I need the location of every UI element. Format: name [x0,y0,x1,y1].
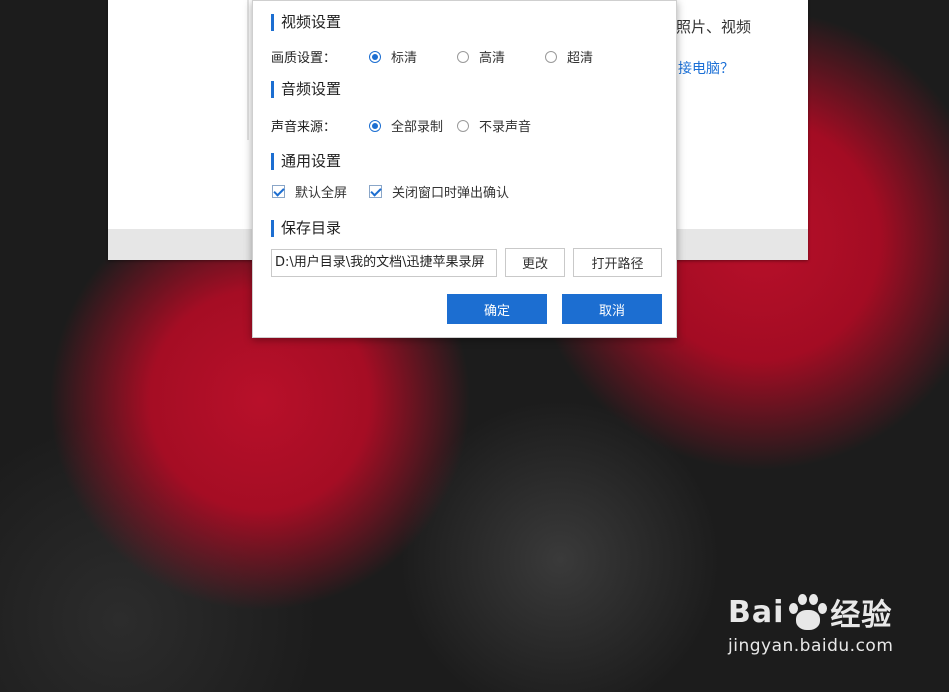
radio-unselected-icon [457,119,469,132]
sound-option-no-sound-label: 不录声音 [479,120,532,135]
background-divider [247,0,249,140]
watermark-url: jingyan.baidu.com [728,636,894,656]
sound-option-no-sound[interactable]: 不录声音 [457,116,531,135]
baidu-logo: Bai 经验 [728,590,893,634]
audio-settings-title: 音频设置 [271,81,341,98]
radio-unselected-icon [545,50,557,63]
open-path-button[interactable]: 打开路径 [573,248,662,277]
sound-option-record-all-label: 全部录制 [391,120,444,135]
checkbox-checked-icon [272,185,285,198]
default-fullscreen-checkbox[interactable]: 默认全屏 [272,182,347,201]
default-fullscreen-label: 默认全屏 [295,186,348,201]
baidu-jingyan-watermark: Bai 经验 jingyan.baidu.com [728,590,893,656]
background-connect-link[interactable]: 接电脑？ [678,58,734,78]
quality-option-uhd[interactable]: 超清 [545,47,593,66]
background-photos-text: 照片、视频 [676,18,752,36]
confirm-on-close-checkbox[interactable]: 关闭窗口时弹出确认 [369,182,509,201]
save-path-input[interactable]: D:\用户目录\我的文档\迅捷苹果录屏 [271,249,497,277]
quality-label: 画质设置： [271,51,337,66]
save-path-value: D:\用户目录\我的文档\迅捷苹果录屏 [275,255,485,270]
quality-option-uhd-label: 超清 [567,51,594,66]
confirm-on-close-label: 关闭窗口时弹出确认 [392,186,510,201]
paw-icon [786,593,828,631]
quality-option-sd-label: 标清 [391,51,418,66]
sound-option-record-all[interactable]: 全部录制 [369,116,443,135]
quality-option-hd[interactable]: 高清 [457,47,505,66]
change-path-button[interactable]: 更改 [505,248,565,277]
checkbox-checked-icon [369,185,382,198]
quality-option-hd-label: 高清 [479,51,506,66]
baidu-logo-text-left: Bai [728,594,785,630]
video-settings-title: 视频设置 [271,14,341,31]
baidu-logo-text-right: 经验 [830,598,893,633]
cancel-button[interactable]: 取消 [562,294,662,324]
settings-dialog: 视频设置 画质设置： 标清 高清 超清 音频设置 声音来源： 全部录制 不录声音… [252,0,677,338]
radio-selected-icon [369,50,381,63]
radio-selected-icon [369,119,381,132]
general-settings-title: 通用设置 [271,153,341,170]
quality-option-sd[interactable]: 标清 [369,47,417,66]
ok-button[interactable]: 确定 [447,294,547,324]
save-directory-title: 保存目录 [271,220,341,237]
radio-unselected-icon [457,50,469,63]
sound-source-label: 声音来源： [271,120,337,135]
